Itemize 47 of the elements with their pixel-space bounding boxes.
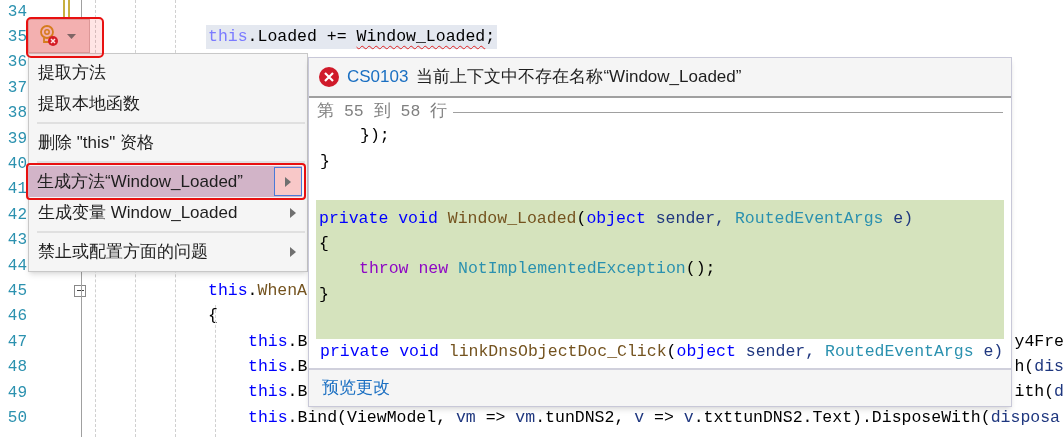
line-number: 36 [6,54,28,71]
code-line: ith(d [1014,384,1064,401]
menu-item[interactable]: 禁止或配置方面的问题 [29,236,307,267]
code-line: throw new NotImplementedException(); [359,261,716,278]
line-number: 39 [6,130,28,147]
line-number: 47 [6,333,28,350]
caret-icon [67,33,76,39]
code-line: private void Window_Loaded(object sender, RoutedEventArgs e) [319,210,914,228]
code-line: this.B [248,384,308,401]
preview-changes-link[interactable]: 预览更改 [322,375,390,401]
menu-item[interactable]: 提取方法 [29,57,307,88]
lightbulb-button[interactable] [28,19,90,53]
menu-item[interactable]: 提取本地函数 [29,88,307,119]
line-number: 35 [6,29,28,46]
code-line: private void linkDnsObjectDoc_Click(object sender, RoutedEventArgs e) [320,343,1004,361]
line-number: 42 [6,206,28,223]
code-line: this.B [248,333,308,350]
code-line: this.B [248,358,308,376]
line-range-label: 第 55 到 58 行 [317,103,448,121]
code-line: } [320,153,330,171]
error-icon [319,67,339,87]
line-number: 49 [6,384,28,401]
line-number: 40 [6,156,28,173]
lightbulb-error-icon [37,24,61,48]
code-line: } [319,286,329,304]
line-number: 34 [6,3,28,20]
line-number: 38 [6,105,28,122]
code-line: }); [360,128,390,145]
menu-item[interactable]: 生成变量 Window_Loaded [29,197,307,228]
line-number: 46 [6,308,28,325]
line-number: 37 [6,79,28,96]
collapse-icon[interactable] [74,285,86,297]
line-number: 50 [6,409,28,426]
line-number: 45 [6,283,28,299]
line-number: 48 [6,359,28,376]
error-message: 当前上下文中不存在名称“Window_Loaded” [416,66,742,89]
line-number: 44 [6,257,28,274]
menu-item[interactable]: 删除 "this" 资格 [29,127,307,158]
code-line: h(dis [1014,358,1064,376]
code-line: this.WhenA [208,282,308,300]
line-number: 41 [6,181,28,198]
line-number: 43 [6,232,28,249]
code-line: this.Bind(ViewModel, vm => vm.tunDNS2, v => v.txttunDNS2.Text).DisposeWith(disposa [248,409,1060,427]
code-line: y4Fre [1014,333,1064,350]
code-line: { [319,236,329,253]
code-line: { [208,308,218,325]
error-code-link[interactable]: CS0103 [347,64,409,90]
